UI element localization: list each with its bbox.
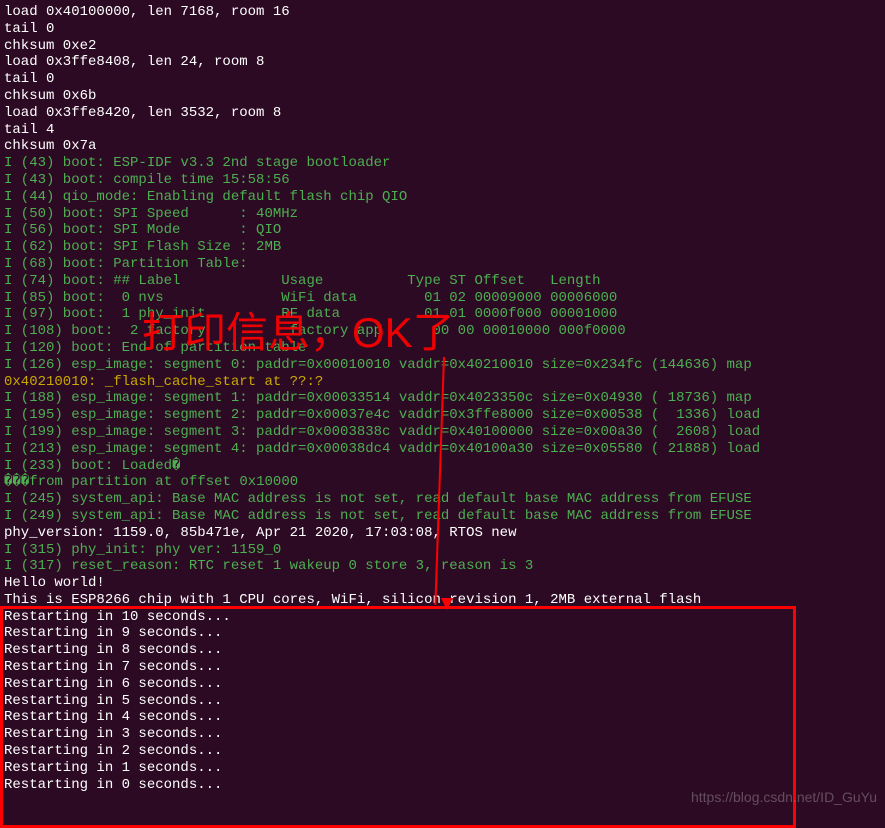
terminal-line: load 0x40100000, len 7168, room 16 — [4, 4, 881, 21]
terminal-line: tail 0 — [4, 71, 881, 88]
terminal-line: I (62) boot: SPI Flash Size : 2MB — [4, 239, 881, 256]
terminal-line: I (245) system_api: Base MAC address is … — [4, 491, 881, 508]
terminal-line: chksum 0x7a — [4, 138, 881, 155]
terminal-line: I (74) boot: ## Label Usage Type ST Offs… — [4, 273, 881, 290]
terminal-line: tail 0 — [4, 21, 881, 38]
terminal-line: I (85) boot: 0 nvs WiFi data 01 02 00009… — [4, 290, 881, 307]
terminal-line: Restarting in 7 seconds... — [4, 659, 881, 676]
terminal-line: I (44) qio_mode: Enabling default flash … — [4, 189, 881, 206]
terminal-line: I (50) boot: SPI Speed : 40MHz — [4, 206, 881, 223]
terminal-line: I (315) phy_init: phy ver: 1159_0 — [4, 542, 881, 559]
terminal-line: Restarting in 4 seconds... — [4, 709, 881, 726]
terminal-line: I (249) system_api: Base MAC address is … — [4, 508, 881, 525]
annotation-arrow-head — [441, 598, 453, 610]
terminal-line: I (43) boot: ESP-IDF v3.3 2nd stage boot… — [4, 155, 881, 172]
terminal-line: I (56) boot: SPI Mode : QIO — [4, 222, 881, 239]
terminal-line: I (68) boot: Partition Table: — [4, 256, 881, 273]
watermark-text: https://blog.csdn.net/ID_GuYu — [691, 789, 877, 806]
annotation-text: 打印信息，OK了 — [142, 308, 455, 358]
terminal-line: I (213) esp_image: segment 4: paddr=0x00… — [4, 441, 881, 458]
terminal-line: I (43) boot: compile time 15:58:56 — [4, 172, 881, 189]
terminal-line: I (233) boot: Loaded� — [4, 458, 881, 475]
terminal-line: Restarting in 10 seconds... — [4, 609, 881, 626]
terminal-line: Restarting in 3 seconds... — [4, 726, 881, 743]
terminal-line: chksum 0xe2 — [4, 38, 881, 55]
terminal-line: Hello world! — [4, 575, 881, 592]
terminal-line: Restarting in 1 seconds... — [4, 760, 881, 777]
terminal-line: Restarting in 2 seconds... — [4, 743, 881, 760]
terminal-line: tail 4 — [4, 122, 881, 139]
terminal-line: Restarting in 5 seconds... — [4, 693, 881, 710]
terminal-line: phy_version: 1159.0, 85b471e, Apr 21 202… — [4, 525, 881, 542]
terminal-line: chksum 0x6b — [4, 88, 881, 105]
terminal-line: load 0x3ffe8420, len 3532, room 8 — [4, 105, 881, 122]
terminal-line: ���from partition at offset 0x10000 — [4, 474, 881, 491]
terminal-line: load 0x3ffe8408, len 24, room 8 — [4, 54, 881, 71]
terminal-line: Restarting in 6 seconds... — [4, 676, 881, 693]
terminal-line: Restarting in 8 seconds... — [4, 642, 881, 659]
terminal-line: Restarting in 9 seconds... — [4, 625, 881, 642]
terminal-line: I (317) reset_reason: RTC reset 1 wakeup… — [4, 558, 881, 575]
